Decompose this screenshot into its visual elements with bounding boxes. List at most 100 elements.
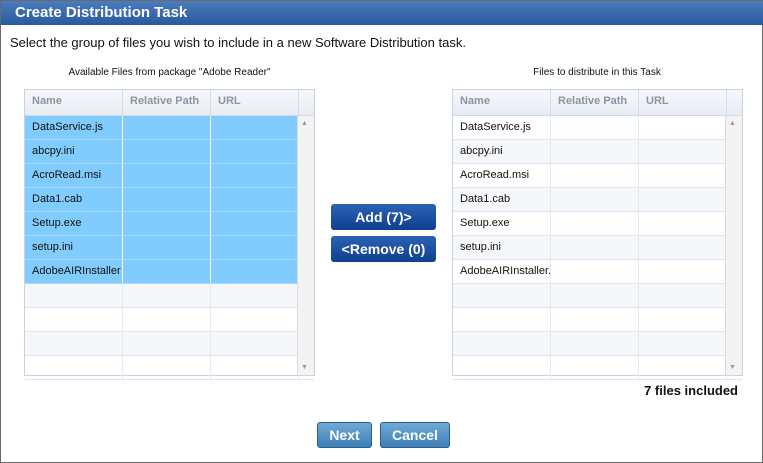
scroll-up-icon[interactable]: ▲ (729, 120, 736, 127)
file-row[interactable]: DataService.js (25, 116, 314, 140)
cell (123, 140, 211, 163)
cell (639, 356, 727, 379)
cell (123, 236, 211, 259)
column-header[interactable]: Relative Path (123, 90, 211, 115)
available-files-caption: Available Files from package "Adobe Read… (68, 67, 271, 78)
empty-row (453, 308, 742, 332)
cell: DataService.js (25, 116, 123, 139)
file-row[interactable]: setup.ini (25, 236, 314, 260)
file-row[interactable]: abcpy.ini (453, 140, 742, 164)
empty-row (25, 356, 314, 380)
scrollbar[interactable]: ▲ ▼ (725, 116, 742, 375)
grid-header: Name Relative Path URL (25, 90, 314, 116)
cell (551, 140, 639, 163)
cell (551, 332, 639, 355)
cell (25, 308, 123, 331)
cell (123, 284, 211, 307)
task-files-caption: Files to distribute in this Task (533, 67, 661, 78)
cell (639, 164, 727, 187)
empty-row (453, 284, 742, 308)
file-row[interactable]: Data1.cab (25, 188, 314, 212)
cell: AdobeAIRInstaller (25, 260, 123, 283)
cell (453, 356, 551, 379)
cell (211, 116, 299, 139)
file-row[interactable]: AcroRead.msi (25, 164, 314, 188)
empty-row (453, 332, 742, 356)
column-header[interactable]: Name (453, 90, 551, 115)
cell (551, 308, 639, 331)
task-files-grid[interactable]: Name Relative Path URL DataService.js abcpy.… (452, 89, 743, 380)
cell: DataService.js (453, 116, 551, 139)
cancel-button[interactable]: Cancel (380, 422, 450, 448)
cell: Data1.cab (453, 188, 551, 211)
cell (123, 212, 211, 235)
empty-row (25, 284, 314, 308)
cell (639, 236, 727, 259)
cell (211, 188, 299, 211)
file-row[interactable]: Setup.exe (453, 212, 742, 236)
file-row[interactable]: Data1.cab (453, 188, 742, 212)
cell (551, 260, 639, 283)
next-button[interactable]: Next (317, 422, 372, 448)
file-row[interactable]: DataService.js (453, 116, 742, 140)
cell (25, 356, 123, 379)
cell (25, 284, 123, 307)
file-row[interactable]: setup.ini (453, 236, 742, 260)
file-row[interactable]: abcpy.ini (25, 140, 314, 164)
cell: abcpy.ini (453, 140, 551, 163)
instruction-text: Select the group of files you wish to in… (10, 35, 466, 50)
cell (211, 212, 299, 235)
cell (639, 116, 727, 139)
add-button[interactable]: Add (7)> (331, 204, 436, 230)
cell: Data1.cab (25, 188, 123, 211)
cell (211, 332, 299, 355)
cell (211, 236, 299, 259)
cell (551, 284, 639, 307)
scroll-down-icon[interactable]: ▼ (301, 364, 308, 371)
cell (639, 188, 727, 211)
cell (639, 284, 727, 307)
cell (123, 164, 211, 187)
file-row[interactable]: Setup.exe (25, 212, 314, 236)
cell (211, 260, 299, 283)
cell: Setup.exe (25, 212, 123, 235)
file-row[interactable]: AdobeAIRInstaller. (453, 260, 742, 284)
cell (123, 356, 211, 379)
file-row[interactable]: AcroRead.msi (453, 164, 742, 188)
empty-row (453, 356, 742, 380)
column-header[interactable]: Name (25, 90, 123, 115)
cell (123, 188, 211, 211)
remove-button[interactable]: <Remove (0) (331, 236, 436, 262)
files-included-status: 7 files included (644, 383, 738, 398)
cell (639, 212, 727, 235)
scroll-down-icon[interactable]: ▼ (729, 364, 736, 371)
cell: Setup.exe (453, 212, 551, 235)
cell (123, 260, 211, 283)
cell (639, 140, 727, 163)
cell (123, 116, 211, 139)
cell (453, 332, 551, 355)
empty-row (25, 332, 314, 356)
column-header[interactable]: Relative Path (551, 90, 639, 115)
cell (551, 188, 639, 211)
file-row[interactable]: AdobeAIRInstaller (25, 260, 314, 284)
column-header[interactable]: URL (211, 90, 299, 115)
cell (453, 284, 551, 307)
cell (211, 140, 299, 163)
cell (211, 356, 299, 379)
cell (211, 284, 299, 307)
cell (453, 308, 551, 331)
cell (123, 332, 211, 355)
cell (551, 164, 639, 187)
cell: AcroRead.msi (25, 164, 123, 187)
cell: setup.ini (453, 236, 551, 259)
available-files-grid[interactable]: Name Relative Path URL DataService.js abcpy.… (24, 89, 315, 380)
cell (551, 236, 639, 259)
dialog-title: Create Distribution Task (1, 1, 763, 25)
scrollbar[interactable]: ▲ ▼ (297, 116, 314, 375)
column-header[interactable]: URL (639, 90, 727, 115)
cell (211, 164, 299, 187)
scroll-up-icon[interactable]: ▲ (301, 120, 308, 127)
cell (551, 212, 639, 235)
cell (211, 308, 299, 331)
